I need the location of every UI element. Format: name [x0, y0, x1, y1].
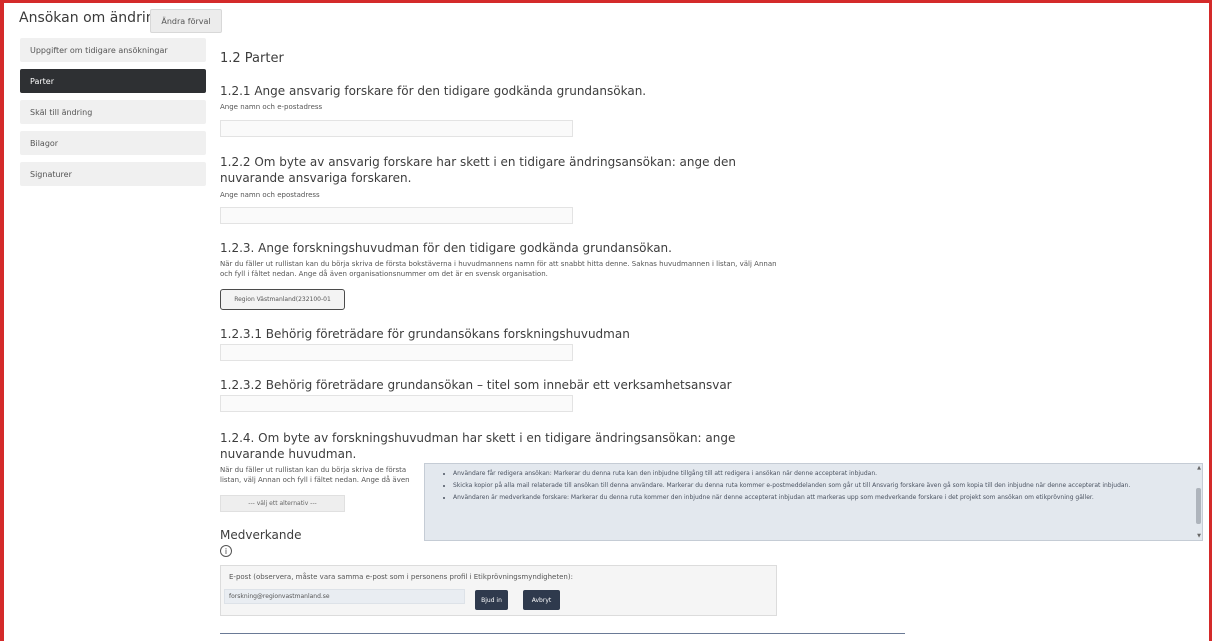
sidebar-item-reason[interactable]: Skäl till ändring	[20, 100, 206, 124]
current-researcher-input[interactable]	[220, 207, 573, 224]
section-title: 1.2 Parter	[220, 51, 284, 66]
q122-heading: 1.2.2 Om byte av ansvarig forskare har s…	[220, 155, 736, 185]
email-field[interactable]: forskning@regionvastmanland.se	[224, 589, 465, 604]
q122-label: Ange namn och epostadress	[220, 191, 320, 199]
q123-help: När du fäller ut rullistan kan du börja …	[220, 260, 777, 278]
tooltip-item: Skicka kopior på alla mail relaterade ti…	[453, 482, 1190, 490]
representative-title-input[interactable]	[220, 395, 573, 412]
info-icon[interactable]: i	[220, 545, 232, 557]
sidebar-item-parter[interactable]: Parter	[20, 69, 206, 93]
q121-heading: 1.2.1 Ange ansvarig forskare för den tid…	[220, 84, 647, 98]
new-principal-select[interactable]: --- välj ett alternativ ---	[220, 495, 345, 512]
sidebar-item-attachments[interactable]: Bilagor	[20, 131, 206, 155]
q124-heading: 1.2.4. Om byte av forskningshuvudman har…	[220, 431, 736, 461]
cancel-button[interactable]: Avbryt	[523, 590, 560, 610]
scroll-up-icon[interactable]: ▲	[1197, 465, 1201, 471]
principal-select[interactable]: Region Västmanland(232100-01	[220, 289, 345, 310]
q1231-heading: 1.2.3.1 Behörig företrädare för grundans…	[220, 327, 630, 341]
responsible-researcher-input[interactable]	[220, 120, 573, 137]
scroll-down-icon[interactable]: ▼	[1197, 533, 1201, 539]
invite-box: E-post (observera, måste vara samma e-po…	[220, 565, 777, 616]
sidebar-nav: Uppgifter om tidigare ansökningar Parter…	[20, 38, 206, 193]
page-title: Ansökan om ändring	[19, 10, 164, 26]
divider	[220, 633, 905, 634]
invite-button[interactable]: Bjud in	[475, 590, 508, 610]
tooltip-item: Användaren är medverkande forskare: Mark…	[453, 494, 1190, 502]
sidebar-item-signatures[interactable]: Signaturer	[20, 162, 206, 186]
q121-label: Ange namn och e-postadress	[220, 103, 323, 111]
change-defaults-button[interactable]: Ändra förval	[150, 9, 222, 33]
q123-heading: 1.2.3. Ange forskningshuvudman för den t…	[220, 241, 672, 255]
help-tooltip: Användare får redigera ansökan: Markerar…	[424, 463, 1203, 541]
q1232-heading: 1.2.3.2 Behörig företrädare grundansökan…	[220, 378, 732, 392]
sidebar-item-previous-applications[interactable]: Uppgifter om tidigare ansökningar	[20, 38, 206, 62]
email-label: E-post (observera, måste vara samma e-po…	[229, 573, 573, 581]
tooltip-scrollbar[interactable]	[1196, 488, 1201, 524]
authorized-representative-input[interactable]	[220, 344, 573, 361]
medverkande-title: Medverkande	[220, 528, 302, 542]
q124-help-line1: När du fäller ut rullistan kan du börja …	[220, 466, 407, 474]
q124-help-line2: listan, välj Annan och fyll i fältet ned…	[220, 476, 410, 484]
tooltip-item: Användare får redigera ansökan: Markerar…	[453, 470, 1190, 478]
